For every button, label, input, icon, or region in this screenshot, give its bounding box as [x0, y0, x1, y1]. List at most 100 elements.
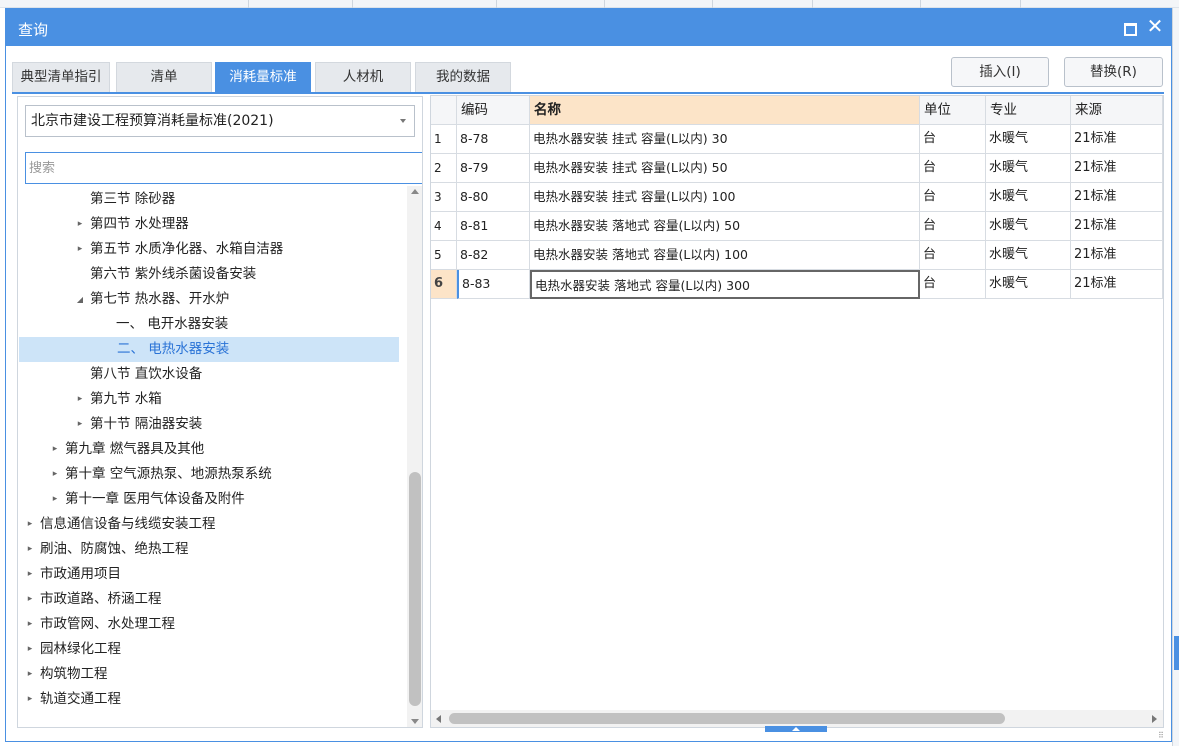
row-index-cell[interactable]: 3 [431, 183, 457, 212]
collapsed-arrow-icon[interactable]: ▸ [49, 437, 61, 462]
code-cell[interactable]: 8-82 [457, 241, 530, 270]
tab-consumption-standard[interactable]: 消耗量标准 [215, 62, 311, 92]
row-index-cell[interactable]: 5 [431, 241, 457, 270]
major-cell[interactable]: 水暖气 [986, 212, 1071, 241]
name-cell[interactable]: 电热水器安装 落地式 容量(L以内) 100 [530, 241, 920, 270]
name-cell[interactable]: 电热水器安装 挂式 容量(L以内) 50 [530, 154, 920, 183]
panel-collapse-handle[interactable] [765, 726, 827, 732]
tree-node[interactable]: 第八节 直饮水设备 [18, 362, 398, 387]
unit-cell[interactable]: 台 [920, 154, 986, 183]
scroll-right-arrow-icon[interactable] [1152, 715, 1157, 723]
source-cell[interactable]: 21标准 [1071, 241, 1163, 270]
major-cell[interactable]: 水暖气 [986, 270, 1071, 299]
tree-node[interactable]: ▸ 第十节 隔油器安装 [18, 412, 398, 437]
unit-cell[interactable]: 台 [920, 125, 986, 154]
code-cell[interactable]: 8-78 [457, 125, 530, 154]
code-cell[interactable]: 8-80 [457, 183, 530, 212]
tree-node[interactable]: 第三节 除砂器 [18, 187, 398, 212]
tree-node[interactable]: ▸ 第九章 燃气器具及其他 [18, 437, 398, 462]
tree-node[interactable]: ▸ 第九节 水箱 [18, 387, 398, 412]
table-horizontal-scrollbar[interactable] [431, 710, 1163, 727]
source-cell[interactable]: 21标准 [1071, 154, 1163, 183]
tree-node[interactable]: ▸ 市政管网、水处理工程 [18, 612, 398, 637]
tree-node[interactable]: ◢ 第七节 热水器、开水炉 [18, 287, 398, 312]
expanded-arrow-icon[interactable]: ◢ [74, 287, 86, 312]
code-cell[interactable]: 8-79 [457, 154, 530, 183]
collapsed-arrow-icon[interactable]: ▸ [49, 462, 61, 487]
major-cell[interactable]: 水暖气 [986, 154, 1071, 183]
row-index-cell[interactable]: 2 [431, 154, 457, 183]
source-cell[interactable]: 21标准 [1071, 183, 1163, 212]
scroll-up-arrow-icon[interactable] [411, 189, 419, 194]
tree-node[interactable]: ▸ 市政通用项目 [18, 562, 398, 587]
collapsed-arrow-icon[interactable]: ▸ [24, 637, 36, 662]
close-icon[interactable]: ✕ [1144, 13, 1166, 39]
source-cell[interactable]: 21标准 [1071, 212, 1163, 241]
unit-cell[interactable]: 台 [920, 241, 986, 270]
major-cell[interactable]: 水暖气 [986, 125, 1071, 154]
chevron-down-icon[interactable] [400, 119, 406, 123]
unit-cell[interactable]: 台 [920, 212, 986, 241]
standard-select[interactable]: 北京市建设工程预算消耗量标准(2021) [25, 105, 415, 137]
maximize-icon[interactable] [1118, 17, 1140, 37]
column-header-code[interactable]: 编码 [457, 96, 530, 125]
collapsed-arrow-icon[interactable]: ▸ [24, 612, 36, 637]
row-index-cell[interactable]: 1 [431, 125, 457, 154]
column-header-name[interactable]: 名称 [530, 96, 920, 125]
name-cell[interactable]: 电热水器安装 落地式 容量(L以内) 50 [530, 212, 920, 241]
tab-list[interactable]: 清单 [116, 62, 212, 92]
tab-typical-list-guide[interactable]: 典型清单指引 [12, 62, 110, 92]
tree-node[interactable]: ▸ 信息通信设备与线缆安装工程 [18, 512, 398, 537]
tree-node[interactable]: 第六节 紫外线杀菌设备安装 [18, 262, 398, 287]
search-input[interactable] [25, 152, 422, 184]
name-cell[interactable]: 电热水器安装 挂式 容量(L以内) 100 [530, 183, 920, 212]
major-cell[interactable]: 水暖气 [986, 241, 1071, 270]
collapsed-arrow-icon[interactable]: ▸ [74, 387, 86, 412]
insert-button[interactable]: 插入(I) [951, 57, 1049, 87]
row-index-cell[interactable]: 6 [431, 270, 457, 299]
tab-my-data[interactable]: 我的数据 [415, 62, 511, 92]
collapsed-arrow-icon[interactable]: ▸ [49, 487, 61, 512]
source-cell[interactable]: 21标准 [1071, 270, 1163, 299]
scroll-down-arrow-icon[interactable] [411, 719, 419, 724]
unit-cell[interactable]: 台 [920, 270, 986, 299]
name-cell[interactable]: 电热水器安装 落地式 容量(L以内) 300 [530, 270, 920, 299]
column-header-major[interactable]: 专业 [986, 96, 1071, 125]
collapsed-arrow-icon[interactable]: ▸ [74, 212, 86, 237]
dialog-titlebar[interactable]: 查询 ✕ [6, 9, 1171, 46]
tree-node[interactable]: ▸ 轨道交通工程 [18, 687, 398, 712]
resize-grip-icon[interactable]: ⠿ [1158, 731, 1168, 741]
code-cell[interactable]: 8-83 [457, 270, 530, 299]
replace-button[interactable]: 替换(R) [1064, 57, 1163, 87]
collapsed-arrow-icon[interactable]: ▸ [24, 512, 36, 537]
tab-labor-material-machine[interactable]: 人材机 [315, 62, 411, 92]
collapsed-arrow-icon[interactable]: ▸ [74, 237, 86, 262]
tree-node[interactable]: ▸ 第四节 水处理器 [18, 212, 398, 237]
scroll-left-arrow-icon[interactable] [436, 715, 441, 723]
tree-vertical-scrollbar[interactable] [407, 186, 422, 727]
code-cell[interactable]: 8-81 [457, 212, 530, 241]
tree-node[interactable]: ▸ 园林绿化工程 [18, 637, 398, 662]
scrollbar-thumb[interactable] [449, 713, 1005, 724]
tree-node[interactable]: ▸ 第十一章 医用气体设备及附件 [18, 487, 398, 512]
collapsed-arrow-icon[interactable]: ▸ [24, 537, 36, 562]
tree-node[interactable]: ▸ 市政道路、桥涵工程 [18, 587, 398, 612]
tree-node[interactable]: ▸ 刷油、防腐蚀、绝热工程 [18, 537, 398, 562]
major-cell[interactable]: 水暖气 [986, 183, 1071, 212]
tree-node[interactable]: ▸ 构筑物工程 [18, 662, 398, 687]
name-cell[interactable]: 电热水器安装 挂式 容量(L以内) 30 [530, 125, 920, 154]
row-index-cell[interactable]: 4 [431, 212, 457, 241]
collapsed-arrow-icon[interactable]: ▸ [24, 687, 36, 712]
source-cell[interactable]: 21标准 [1071, 125, 1163, 154]
tree-node[interactable]: 二、 电热水器安装 [19, 337, 399, 362]
tree-node[interactable]: ▸ 第十章 空气源热泵、地源热泵系统 [18, 462, 398, 487]
column-header-source[interactable]: 来源 [1071, 96, 1163, 125]
tree-node[interactable]: 一、 电开水器安装 [18, 312, 398, 337]
collapsed-arrow-icon[interactable]: ▸ [24, 587, 36, 612]
unit-cell[interactable]: 台 [920, 183, 986, 212]
collapsed-arrow-icon[interactable]: ▸ [74, 412, 86, 437]
collapsed-arrow-icon[interactable]: ▸ [24, 562, 36, 587]
collapsed-arrow-icon[interactable]: ▸ [24, 662, 36, 687]
tree-node[interactable]: ▸ 第五节 水质净化器、水箱自洁器 [18, 237, 398, 262]
column-header-unit[interactable]: 单位 [920, 96, 986, 125]
